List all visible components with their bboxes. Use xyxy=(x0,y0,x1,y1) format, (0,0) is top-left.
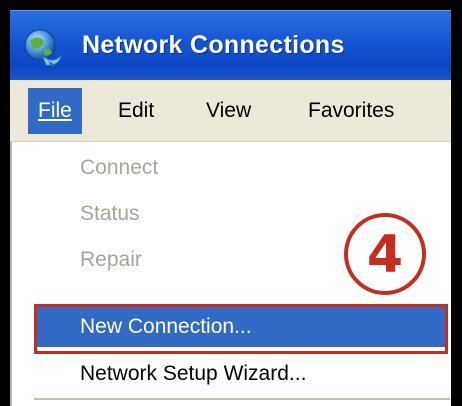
menu-edit-label: Edit xyxy=(118,99,155,122)
menu-file[interactable]: File xyxy=(28,88,82,134)
menu-item-repair-label: Repair xyxy=(80,248,142,271)
network-globe-icon xyxy=(24,29,63,67)
menu-item-connect-label: Connect xyxy=(80,156,159,179)
menu-view[interactable]: View xyxy=(196,88,261,134)
window-title: Network Connections xyxy=(82,31,345,59)
menu-item-new-connection[interactable]: New Connection... xyxy=(36,307,445,347)
menu-item-status-label: Status xyxy=(80,202,140,225)
step-number-badge: 4 xyxy=(344,213,426,295)
menu-separator xyxy=(34,398,450,400)
title-bar[interactable]: Network Connections xyxy=(10,10,451,80)
menu-item-connect[interactable]: Connect xyxy=(36,148,445,188)
menu-favorites[interactable]: Favorites xyxy=(298,88,404,134)
menu-bar: File Edit View Favorites xyxy=(10,80,451,142)
menu-item-network-setup-wizard[interactable]: Network Setup Wizard... xyxy=(36,354,445,394)
menu-view-label: View xyxy=(206,99,252,122)
menu-item-new-connection-label: New Connection... xyxy=(80,315,252,338)
menu-file-label: File xyxy=(38,99,72,122)
step-number: 4 xyxy=(366,225,404,285)
menu-edit[interactable]: Edit xyxy=(108,88,164,134)
menu-item-network-setup-wizard-label: Network Setup Wizard... xyxy=(80,362,307,385)
menu-favorites-label: Favorites xyxy=(308,99,395,122)
